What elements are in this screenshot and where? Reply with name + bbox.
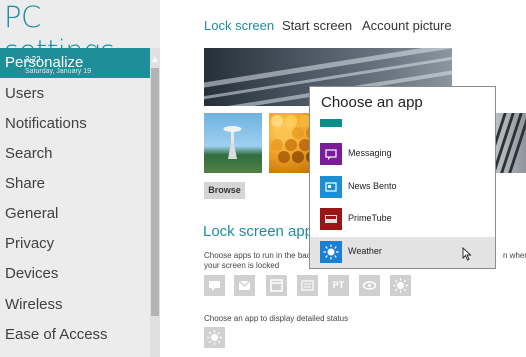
scroll-up-arrow-icon[interactable]: ▲ [150,52,160,66]
messaging-icon [320,143,342,165]
tab-account-picture[interactable]: Account picture [362,18,452,33]
sun-icon [207,330,222,345]
primetube-icon [320,208,342,230]
lock-app-slot-video-icon[interactable] [359,275,380,296]
sidebar-item-wireless[interactable]: Wireless [0,290,150,320]
app-option-label: Weather [348,246,382,256]
preview-time: 3:22 [25,55,41,64]
app-option-label: PrimeTube [348,213,392,223]
lock-apps-description-right: n when [503,251,526,260]
lock-app-slot-weather-icon[interactable] [390,275,411,296]
settings-sidebar: PC settings Personalize Users Notificati… [0,0,160,357]
lock-app-slot-primetube-icon[interactable]: PT [328,275,349,296]
calendar-icon [270,279,283,292]
news-bento-icon [320,176,342,198]
preview-date: Saturday, January 19 [25,68,92,75]
detailed-status-slot[interactable] [204,327,225,348]
mouse-cursor-icon [462,246,472,264]
app-option-news-bento[interactable]: News Bento [310,172,495,203]
sun-icon [393,278,408,293]
sidebar-item-devices[interactable]: Devices [0,259,150,289]
app-option-primetube[interactable]: PrimeTube [310,204,495,235]
detailed-status-description: Choose an app to display detailed status [204,314,349,323]
lock-screen-apps-title: Lock screen apps [203,223,321,240]
sidebar-item-privacy[interactable]: Privacy [0,229,150,259]
flyout-title: Choose an app [321,94,423,111]
video-icon [362,281,377,290]
lock-apps-description: Choose apps to run in the bac [204,251,311,260]
partial-app-icon [320,119,342,127]
sidebar-item-search[interactable]: Search [0,139,150,169]
lock-app-slot-chat-icon[interactable] [204,275,225,296]
lock-app-slot-mail-icon[interactable] [234,275,255,296]
app-option-label: Messaging [348,148,392,158]
app-option-messaging[interactable]: Messaging [310,139,495,170]
tab-start-screen[interactable]: Start screen [282,18,352,33]
lock-app-slot-news-icon[interactable] [297,275,318,296]
browse-button[interactable]: Browse [204,182,245,199]
sidebar-item-notifications[interactable]: Notifications [0,109,150,139]
sidebar-item-share[interactable]: Share [0,169,150,199]
mail-icon [238,280,251,290]
app-option-label: News Bento [348,181,397,191]
news-icon [301,280,314,291]
lock-apps-description-line2: your screen is locked [204,261,280,270]
light-streak [204,48,452,91]
sidebar-item-users[interactable]: Users [0,79,150,109]
choose-app-flyout: Choose an app Messaging News Bento Prime… [309,86,496,269]
lock-app-slot-calendar-icon[interactable] [266,275,287,296]
chat-icon [209,281,220,291]
app-option-partial[interactable] [310,119,495,135]
sidebar-item-general[interactable]: General [0,199,150,229]
weather-icon [320,241,342,263]
app-option-weather[interactable]: Weather [310,237,495,268]
sidebar-scroll-thumb[interactable] [151,68,159,316]
space-needle-icon [223,126,242,159]
sidebar-item-ease-of-access[interactable]: Ease of Access [0,320,150,350]
tab-lock-screen[interactable]: Lock screen [204,18,274,33]
background-thumbnail-seattle[interactable] [204,113,262,173]
